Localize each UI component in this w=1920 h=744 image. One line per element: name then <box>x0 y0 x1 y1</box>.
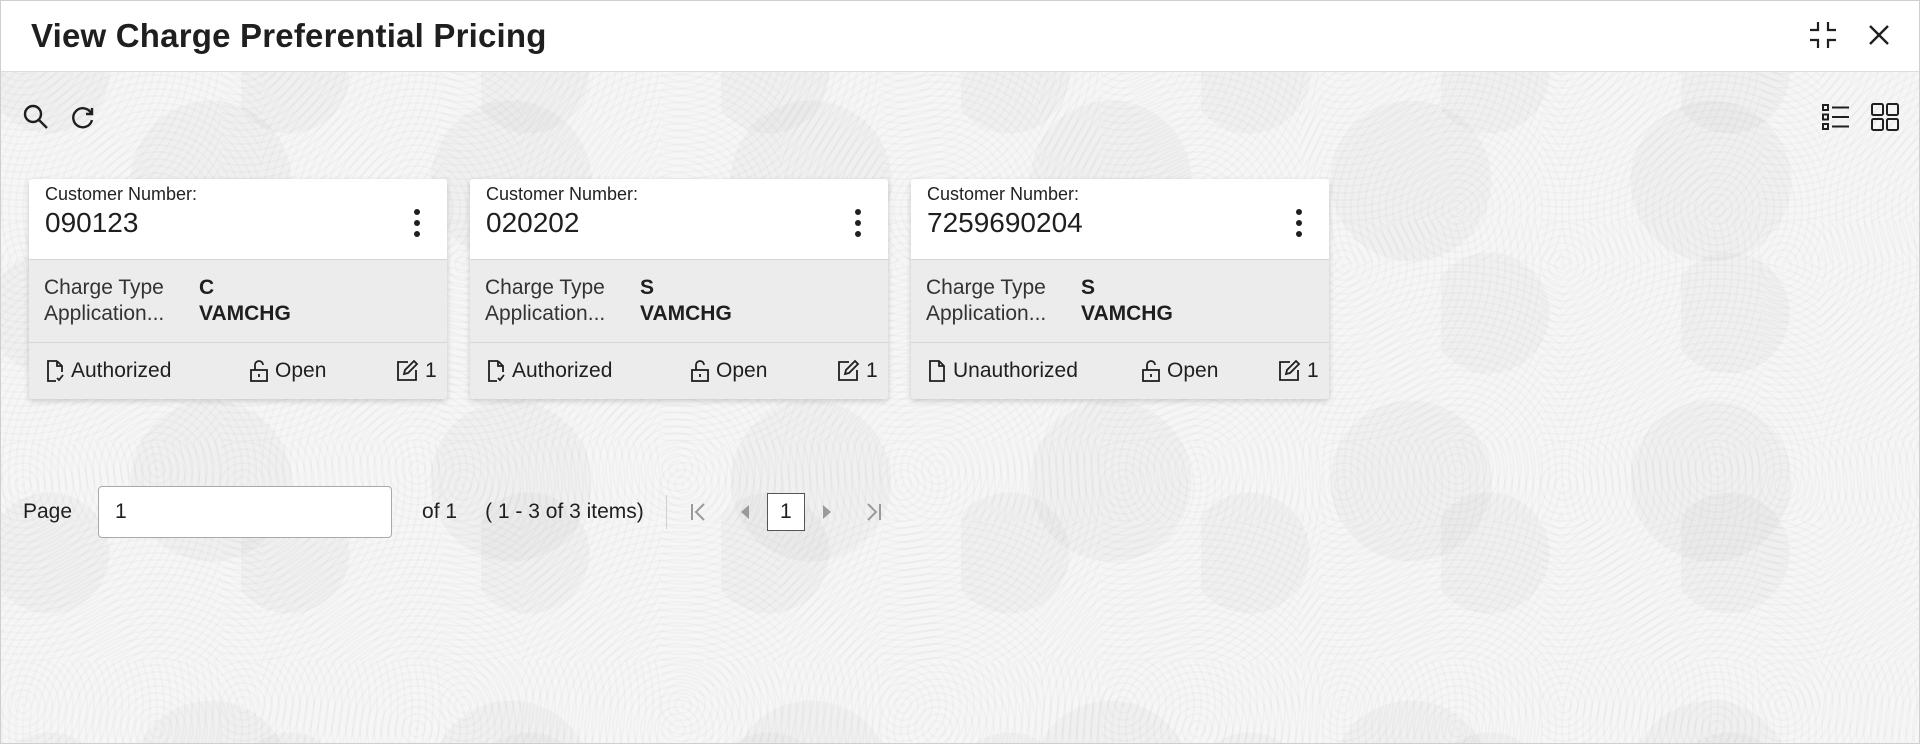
first-page-button[interactable] <box>681 494 717 530</box>
application-label: Application... <box>485 302 606 325</box>
card-footer: Authorized Open 1 <box>470 343 888 399</box>
customer-number-value: 090123 <box>45 207 139 238</box>
customer-number-label: Customer Number: <box>486 184 639 204</box>
page-number-input[interactable]: 1 <box>98 486 393 538</box>
record-status-text: Open <box>1167 359 1219 382</box>
charge-type-label: Charge Type <box>485 276 605 299</box>
unlock-icon <box>1142 360 1160 382</box>
customer-number-value: 7259690204 <box>927 207 1083 238</box>
list-view-icon <box>1822 104 1849 130</box>
card-body: Charge Type S Application... VAMCHG <box>470 260 888 343</box>
kebab-menu-icon[interactable] <box>850 205 866 241</box>
refresh-button[interactable] <box>67 102 99 134</box>
charge-type-label: Charge Type <box>926 276 1046 299</box>
grid-view-icon <box>1871 103 1899 131</box>
document-check-icon <box>47 360 64 382</box>
record-card[interactable]: Customer Number: 090123 Charge Type C App… <box>29 179 447 399</box>
page-count-text: of 1 <box>422 500 458 523</box>
first-page-icon <box>690 503 705 521</box>
search-icon <box>23 104 48 129</box>
page-title: View Charge Preferential Pricing <box>31 17 547 54</box>
modification-count-text: 1 <box>1307 359 1319 382</box>
close-icon <box>1869 25 1889 45</box>
charge-type-value: S <box>1081 276 1096 299</box>
previous-page-button[interactable] <box>727 494 763 530</box>
record-status: Open <box>249 359 326 383</box>
record-cards: Customer Number: 090123 Charge Type C App… <box>29 179 1329 399</box>
dialog-header: View Charge Preferential Pricing <box>1 1 1919 72</box>
list-view-button[interactable] <box>1820 101 1852 133</box>
kebab-menu-icon[interactable] <box>409 205 425 241</box>
document-icon <box>929 360 945 382</box>
chevron-right-icon <box>822 505 831 519</box>
edit-icon <box>1279 359 1301 381</box>
record-card[interactable]: Customer Number: 7259690204 Charge Type S… <box>911 179 1329 399</box>
auth-status: Unauthorized <box>927 359 1078 383</box>
document-check-icon <box>488 360 505 382</box>
application-value: VAMCHG <box>1081 302 1173 325</box>
charge-type-value: S <box>640 276 655 299</box>
auth-status: Authorized <box>486 359 612 383</box>
minimize-button[interactable] <box>1805 17 1841 53</box>
auth-status-text: Unauthorized <box>953 359 1078 382</box>
application-label: Application... <box>926 302 1047 325</box>
header-actions <box>1805 17 1897 53</box>
auth-status-text: Authorized <box>512 359 613 382</box>
modification-count-text: 1 <box>866 359 878 382</box>
pagination: Page 1 of 1 ( 1 - 3 of 3 items) 1 <box>23 486 891 538</box>
card-footer: Unauthorized Open 1 <box>911 343 1329 399</box>
next-page-button[interactable] <box>809 494 845 530</box>
close-button[interactable] <box>1861 17 1897 53</box>
charge-type-value: C <box>199 276 215 299</box>
record-card[interactable]: Customer Number: 020202 Charge Type S App… <box>470 179 888 399</box>
record-status: Open <box>690 359 767 383</box>
customer-number-label: Customer Number: <box>45 184 198 204</box>
dialog-window: View Charge Preferential Pricing Custome… <box>0 0 1920 744</box>
minimize-icon <box>1810 22 1836 48</box>
card-footer: Authorized Open 1 <box>29 343 447 399</box>
charge-type-label: Charge Type <box>44 276 164 299</box>
edit-icon <box>838 359 860 381</box>
chevron-left-icon <box>740 505 749 519</box>
items-range-text: ( 1 - 3 of 3 items) <box>485 500 644 523</box>
application-value: VAMCHG <box>640 302 732 325</box>
kebab-menu-icon[interactable] <box>1291 205 1307 241</box>
last-page-icon <box>867 503 881 521</box>
card-body: Charge Type C Application... VAMCHG <box>29 260 447 343</box>
current-page-button[interactable]: 1 <box>766 493 805 531</box>
modification-count-text: 1 <box>425 359 437 382</box>
card-header: Customer Number: 7259690204 <box>911 179 1329 260</box>
modification-count: 1 <box>836 359 878 383</box>
record-status: Open <box>1141 359 1218 383</box>
pagination-divider <box>665 495 667 529</box>
card-header: Customer Number: 020202 <box>470 179 888 260</box>
customer-number-label: Customer Number: <box>927 184 1080 204</box>
unlock-icon <box>250 360 268 382</box>
page-number-input-value: 1 <box>115 500 127 523</box>
card-header: Customer Number: 090123 <box>29 179 447 260</box>
modification-count: 1 <box>1277 359 1319 383</box>
auth-status-text: Authorized <box>71 359 172 382</box>
refresh-icon <box>72 107 94 129</box>
last-page-button[interactable] <box>855 494 891 530</box>
page-navigation: 1 <box>681 493 891 531</box>
modification-count: 1 <box>395 359 437 383</box>
record-status-text: Open <box>716 359 768 382</box>
edit-icon <box>397 359 419 381</box>
customer-number-value: 020202 <box>486 207 580 238</box>
card-body: Charge Type S Application... VAMCHG <box>911 260 1329 343</box>
auth-status: Authorized <box>45 359 171 383</box>
record-status-text: Open <box>275 359 327 382</box>
page-label: Page <box>23 500 73 523</box>
unlock-icon <box>691 360 709 382</box>
application-label: Application... <box>44 302 165 325</box>
search-button[interactable] <box>20 101 52 133</box>
application-value: VAMCHG <box>199 302 291 325</box>
grid-view-button[interactable] <box>1869 101 1901 133</box>
